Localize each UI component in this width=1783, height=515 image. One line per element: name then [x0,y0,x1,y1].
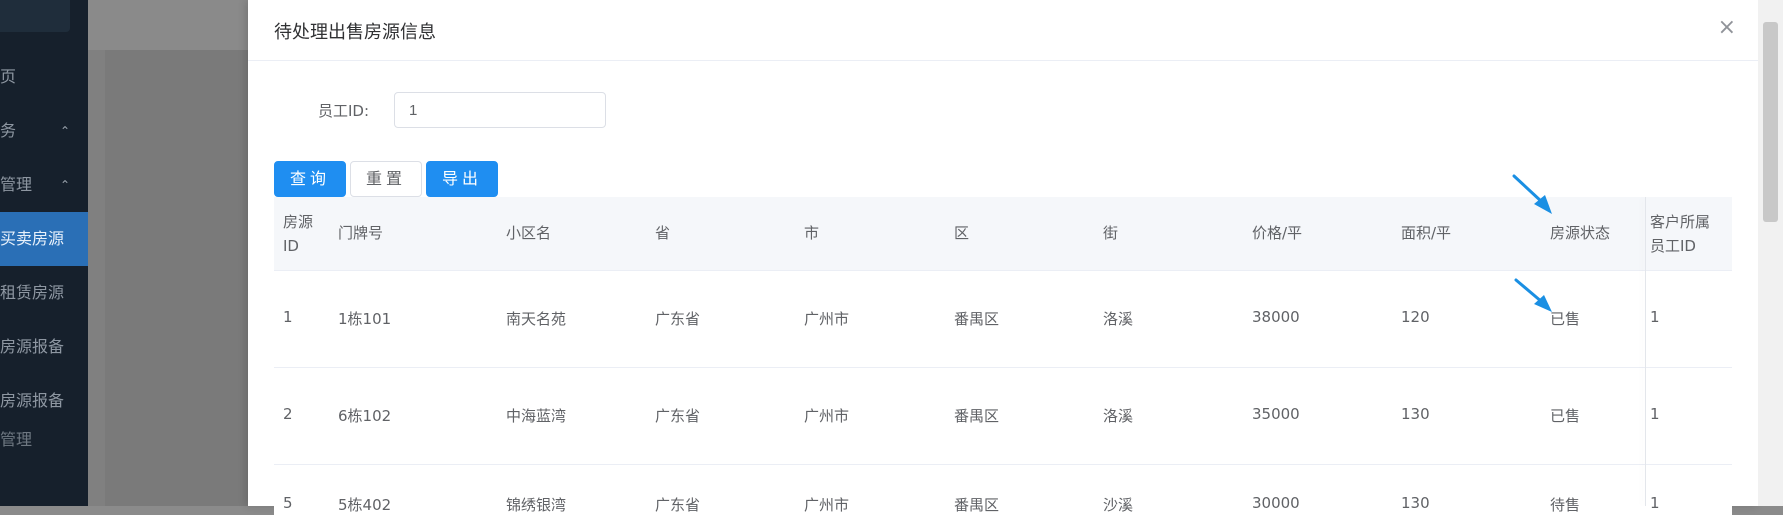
cell-street: 沙溪 [1103,496,1134,514]
cell-city: 广州市 [804,310,850,328]
sidebar-item-label: 务 [0,121,17,140]
sidebar-item-home[interactable]: 页 [0,50,88,104]
cell-door-number: 1栋101 [338,310,392,328]
scrollbar-thumb[interactable] [1763,22,1778,222]
drawer-header: 待处理出售房源信息 × [248,0,1758,61]
cell-community: 中海蓝湾 [506,407,567,425]
sidebar-item-label: 租赁房源 [0,283,65,302]
header-employee-id-line1: 客户所属 [1650,213,1711,231]
header-street: 街 [1103,224,1119,242]
sidebar-item-report-2[interactable]: 房源报备 [0,374,88,428]
cell-district: 番禺区 [954,310,1000,328]
header-status: 房源状态 [1550,224,1611,242]
cell-employee-id: 1 [1650,494,1660,512]
chevron-up-icon: ⌃ [60,124,71,138]
header-province: 省 [655,224,671,242]
cell-house-id: 5 [283,494,293,512]
cell-area: 120 [1401,308,1430,326]
sidebar-item-label: 房源报备 [0,337,65,356]
background-panel [105,50,248,506]
sidebar-item-label: 页 [0,67,17,86]
sidebar-logo-area [0,0,70,32]
employee-id-input[interactable] [394,92,606,128]
cell-employee-id: 1 [1650,308,1660,326]
reset-button[interactable]: 重置 [350,161,422,197]
annotation-arrow-icon [1514,278,1552,312]
annotation-arrow-icon [1512,174,1552,214]
cell-street: 洛溪 [1103,310,1134,328]
cell-area: 130 [1401,405,1430,423]
vertical-scrollbar[interactable] [1758,0,1783,506]
employee-id-label: 员工ID: [318,102,370,120]
drawer-title: 待处理出售房源信息 [274,22,436,43]
cell-community: 锦绣银湾 [506,496,567,514]
cell-price: 35000 [1252,405,1300,423]
fixed-column-divider [1645,197,1646,506]
cell-employee-id: 1 [1650,405,1660,423]
pending-sale-drawer: 待处理出售房源信息 × 员工ID: 查询 重置 导出 房源 ID 门牌号 小区名… [248,0,1758,515]
cell-district: 番禺区 [954,496,1000,514]
header-city: 市 [804,224,820,242]
sidebar-item-label: 房源报备 [0,391,65,410]
header-employee-id: 客户所属 员工ID [1650,210,1710,258]
background-header [88,0,248,50]
header-area: 面积/平 [1401,224,1452,242]
cell-community: 南天名苑 [506,310,567,328]
cell-door-number: 5栋402 [338,496,392,514]
header-door-number: 门牌号 [338,224,384,242]
sidebar-item-report-1[interactable]: 房源报备 [0,320,88,374]
sidebar-item-business[interactable]: 务 ⌃ [0,104,88,158]
cell-city: 广州市 [804,407,850,425]
query-button[interactable]: 查询 [274,161,346,197]
cell-area: 130 [1401,494,1430,512]
cell-status: 已售 [1550,407,1581,425]
cell-house-id: 2 [283,405,293,423]
cell-province: 广东省 [655,407,701,425]
header-employee-id-line2: 员工ID [1650,237,1696,255]
chevron-up-icon: ⌃ [60,178,71,192]
table-row[interactable]: 5 5栋402 锦绣银湾 广东省 广州市 番禺区 沙溪 30000 130 待售… [274,465,1732,515]
cell-door-number: 6栋102 [338,407,392,425]
header-community: 小区名 [506,224,552,242]
table-row[interactable]: 2 6栋102 中海蓝湾 广东省 广州市 番禺区 洛溪 35000 130 已售… [274,368,1732,465]
sidebar-item-management[interactable]: 管理 ⌃ [0,158,88,212]
cell-street: 洛溪 [1103,407,1134,425]
header-price: 价格/平 [1252,224,1303,242]
sidebar: 页 务 ⌃ 管理 ⌃ 买卖房源 租赁房源 房源报备 房源报备 管理 [0,0,88,506]
header-house-id-line1: 房源 [283,213,314,231]
sidebar-item-management-2[interactable]: 管理 [0,428,88,452]
cell-house-id: 1 [283,308,293,326]
cell-province: 广东省 [655,496,701,514]
header-district: 区 [954,224,970,242]
close-icon[interactable]: × [1718,14,1736,42]
sidebar-item-label: 管理 [0,430,33,449]
sidebar-item-rent-houses[interactable]: 租赁房源 [0,266,88,320]
cell-status: 待售 [1550,496,1581,514]
export-button[interactable]: 导出 [426,161,498,197]
cell-price: 38000 [1252,308,1300,326]
cell-province: 广东省 [655,310,701,328]
sidebar-item-label: 买卖房源 [0,229,65,248]
cell-price: 30000 [1252,494,1300,512]
header-house-id-line2: ID [283,237,299,255]
header-house-id: 房源 ID [283,210,313,258]
cell-city: 广州市 [804,496,850,514]
sidebar-item-sale-houses[interactable]: 买卖房源 [0,212,88,266]
cell-district: 番禺区 [954,407,1000,425]
sidebar-item-label: 管理 [0,175,33,194]
